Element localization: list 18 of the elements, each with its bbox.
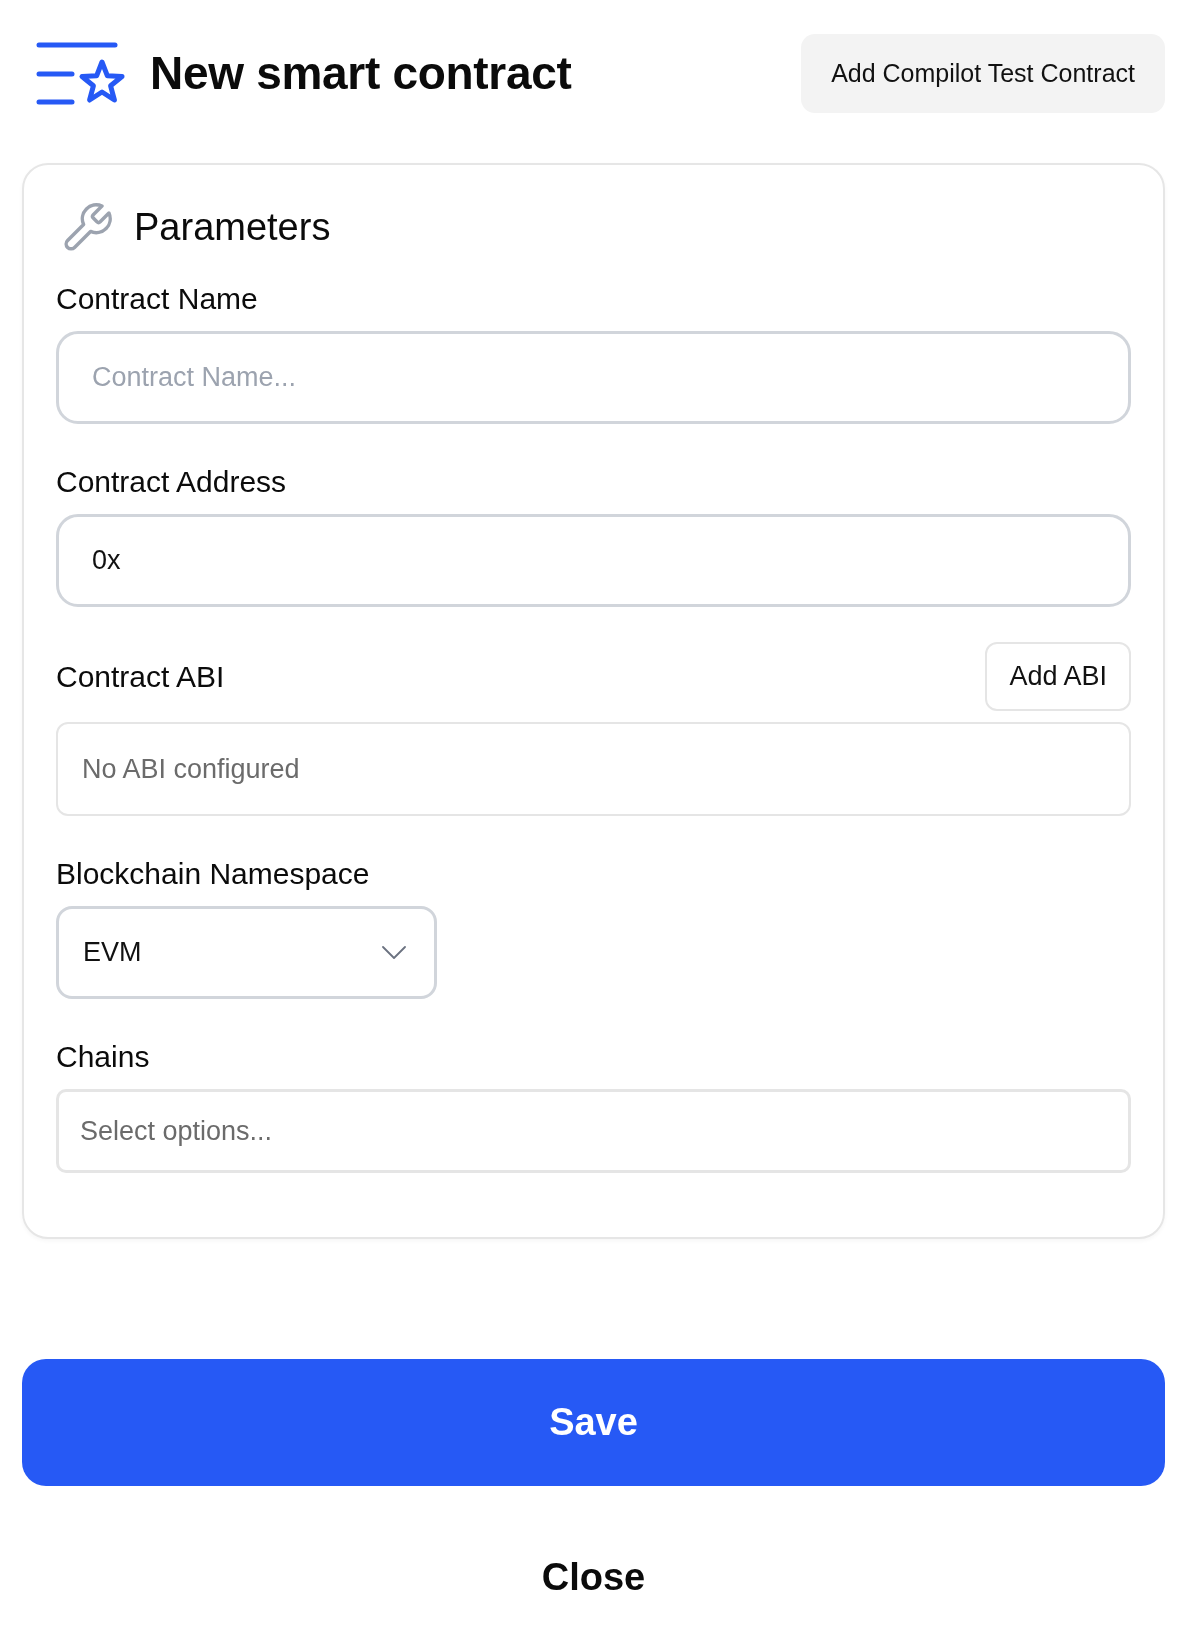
field-label: Blockchain Namespace <box>56 856 370 892</box>
field-label: Contract Address <box>56 464 287 500</box>
text-input[interactable]: 0x <box>56 514 1131 607</box>
field-label: Contract Name <box>56 281 258 317</box>
add-test-contract-button[interactable]: Add Compilot Test Contract <box>801 34 1165 113</box>
save-button[interactable]: Save <box>22 1359 1165 1486</box>
field-label: Contract ABI <box>56 658 225 695</box>
namespace-select[interactable]: EVM <box>56 906 437 999</box>
wrench-icon <box>62 203 112 253</box>
section-title: Parameters <box>134 205 331 251</box>
close-button[interactable]: Close <box>541 1556 646 1599</box>
chevron-down-icon <box>382 946 406 959</box>
abi-display-box: No ABI configured <box>56 722 1131 816</box>
page-title: New smart contract <box>150 48 572 99</box>
field-label: Chains <box>56 1039 150 1075</box>
add-abi-button[interactable]: Add ABI <box>985 642 1131 711</box>
chains-multiselect[interactable]: Select options... <box>56 1089 1131 1173</box>
text-input[interactable]: Contract Name... <box>56 331 1131 424</box>
